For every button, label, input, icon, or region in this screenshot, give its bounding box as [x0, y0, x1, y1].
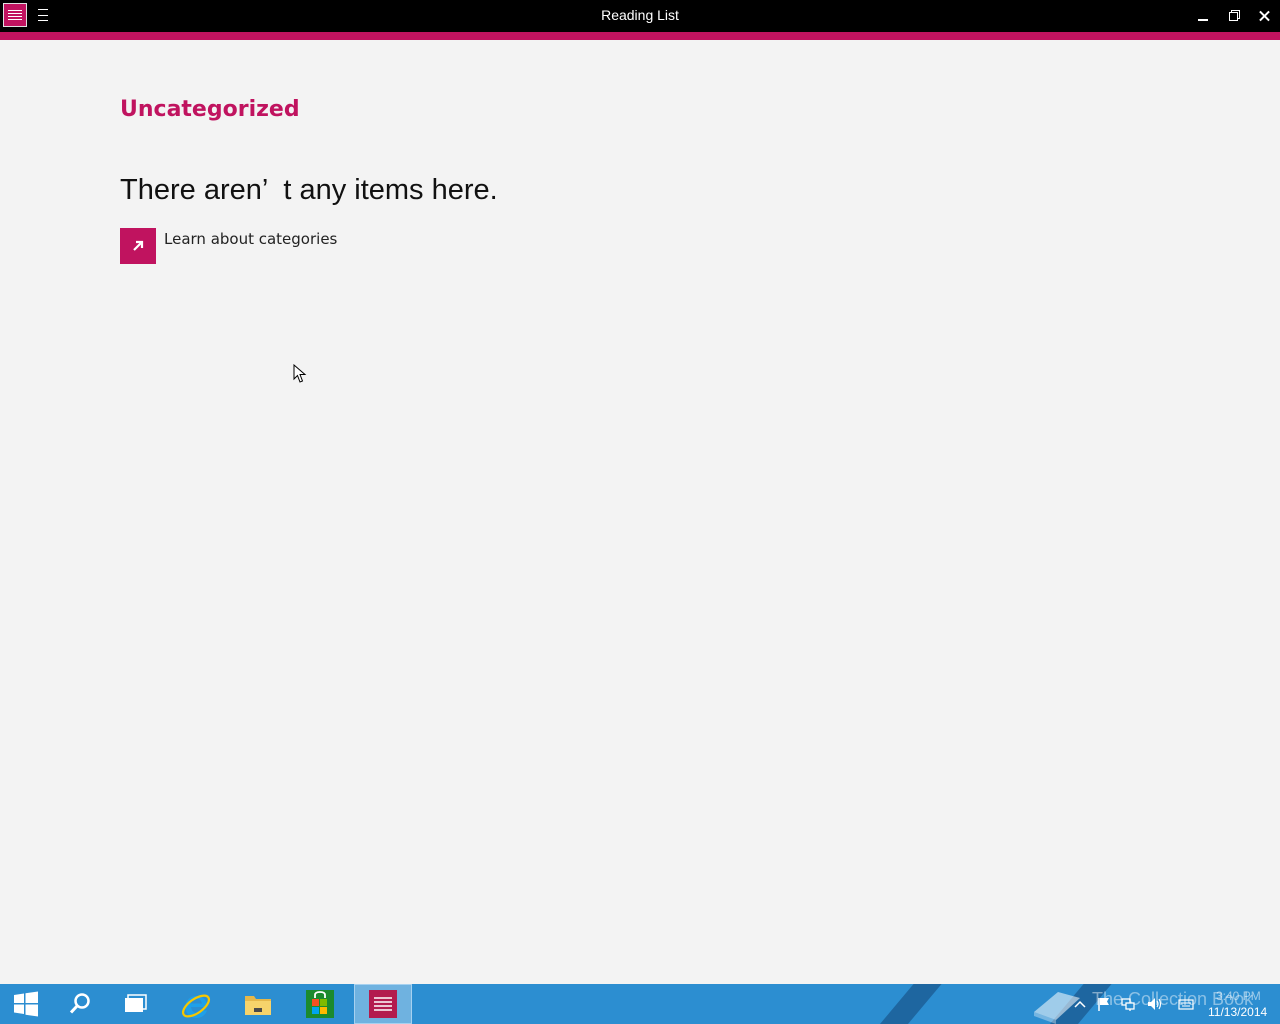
clock-date[interactable]: 11/13/2014 [1208, 1005, 1267, 1019]
start-button[interactable] [0, 984, 52, 1024]
file-explorer-button[interactable] [230, 984, 286, 1024]
search-icon [69, 993, 90, 1014]
window-title: Reading List [601, 7, 679, 23]
keyboard-icon[interactable] [1178, 996, 1194, 1012]
taskbar: The Collection Book 3:40 PM 11/13/2014 [0, 984, 1280, 1024]
learn-about-categories-link[interactable]: Learn about categories [120, 228, 337, 264]
store-icon [306, 990, 334, 1018]
store-button[interactable] [292, 984, 348, 1024]
reading-list-icon [369, 990, 397, 1018]
internet-explorer-icon [181, 994, 211, 1018]
reading-list-taskbar-button[interactable] [354, 984, 412, 1024]
mouse-cursor-icon [293, 364, 307, 383]
title-bar: Reading List [0, 0, 1280, 32]
internet-explorer-button[interactable] [168, 984, 224, 1024]
task-view-icon [125, 994, 147, 1012]
task-view-button[interactable] [108, 984, 164, 1024]
restore-button[interactable] [1218, 0, 1250, 32]
arrow-up-right-icon [120, 228, 156, 264]
network-icon[interactable] [1120, 996, 1136, 1012]
taskbar-decoration [846, 984, 942, 1024]
search-button[interactable] [52, 984, 108, 1024]
empty-state-message: There aren’ t any items here. [120, 174, 498, 206]
close-button[interactable] [1249, 0, 1280, 32]
volume-icon[interactable] [1146, 996, 1162, 1012]
clock-time[interactable]: 3:40 PM [1216, 989, 1261, 1003]
windows-start-icon [14, 991, 38, 1017]
learn-about-categories-label: Learn about categories [164, 230, 338, 248]
file-explorer-icon [245, 996, 271, 1015]
minimize-button[interactable] [1187, 0, 1219, 32]
accent-bar [0, 32, 1280, 40]
category-title: Uncategorized [120, 97, 300, 122]
flag-icon[interactable] [1096, 996, 1112, 1012]
chevron-up-icon[interactable] [1072, 996, 1088, 1012]
